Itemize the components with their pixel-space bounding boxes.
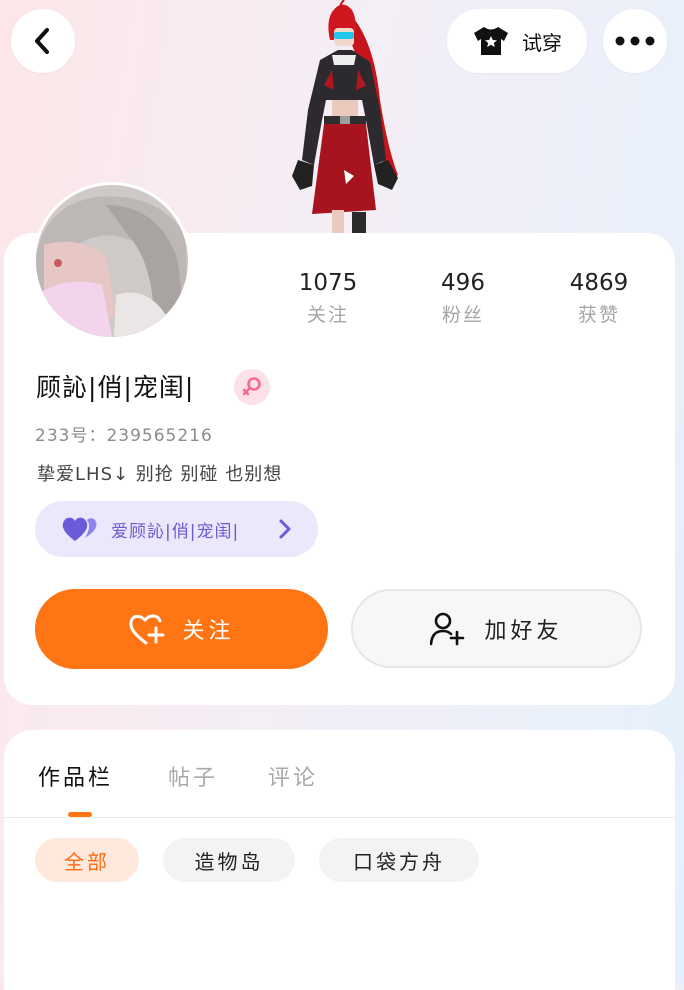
filter-chip-pocket-ark[interactable]: 口袋方舟 xyxy=(319,838,479,882)
try-on-button[interactable]: 试穿 xyxy=(447,9,587,73)
stat-value: 4869 xyxy=(569,270,629,296)
stat-label: 获赞 xyxy=(577,304,620,326)
username: 顾訫|俏|宠闺| xyxy=(36,373,195,402)
follow-label: 关注 xyxy=(182,619,235,644)
tab-works[interactable]: 作品栏 xyxy=(38,760,113,792)
more-dots-icon xyxy=(615,36,655,46)
tshirt-icon xyxy=(474,27,508,55)
follow-button[interactable]: 关注 xyxy=(35,589,328,669)
stat-label: 粉丝 xyxy=(441,304,484,326)
user-id-label: 233号： xyxy=(35,426,107,446)
chevron-left-icon xyxy=(35,28,49,54)
gender-badge xyxy=(234,369,270,405)
female-icon xyxy=(242,377,261,396)
stat-fans[interactable]: 496 粉丝 xyxy=(408,268,518,332)
stat-likes[interactable]: 4869 获赞 xyxy=(544,268,654,332)
add-user-icon xyxy=(430,612,465,645)
user-id: 233号：239565216 xyxy=(35,421,213,446)
tab-comments[interactable]: 评论 xyxy=(268,760,318,792)
love-pill-label: 爱顾訫|俏|宠闺| xyxy=(111,521,240,542)
bio: 挚爱LHS↓ 别抢 别碰 也别想 xyxy=(37,464,283,485)
chevron-right-icon xyxy=(279,519,291,539)
try-on-label: 试穿 xyxy=(522,30,562,55)
filter-chip-all[interactable]: 全部 xyxy=(35,838,139,882)
avatar[interactable] xyxy=(33,182,191,340)
heart-plus-icon xyxy=(129,614,165,645)
stat-value: 1075 xyxy=(298,270,358,296)
love-relation-pill[interactable]: 爱顾訫|俏|宠闺| xyxy=(35,501,318,557)
back-button[interactable] xyxy=(11,9,75,73)
stat-label: 关注 xyxy=(306,304,349,326)
character-3d-model xyxy=(262,0,422,234)
stat-following[interactable]: 1075 关注 xyxy=(273,268,383,332)
stat-value: 496 xyxy=(441,270,485,296)
add-friend-label: 加好友 xyxy=(484,618,563,644)
more-button[interactable] xyxy=(603,9,667,73)
filter-chip-creation-island[interactable]: 造物岛 xyxy=(163,838,295,882)
add-friend-button[interactable]: 加好友 xyxy=(351,589,642,668)
tab-posts[interactable]: 帖子 xyxy=(168,760,218,792)
divider xyxy=(4,817,675,818)
user-id-value: 239565216 xyxy=(106,426,213,446)
hearts-icon xyxy=(62,517,97,541)
